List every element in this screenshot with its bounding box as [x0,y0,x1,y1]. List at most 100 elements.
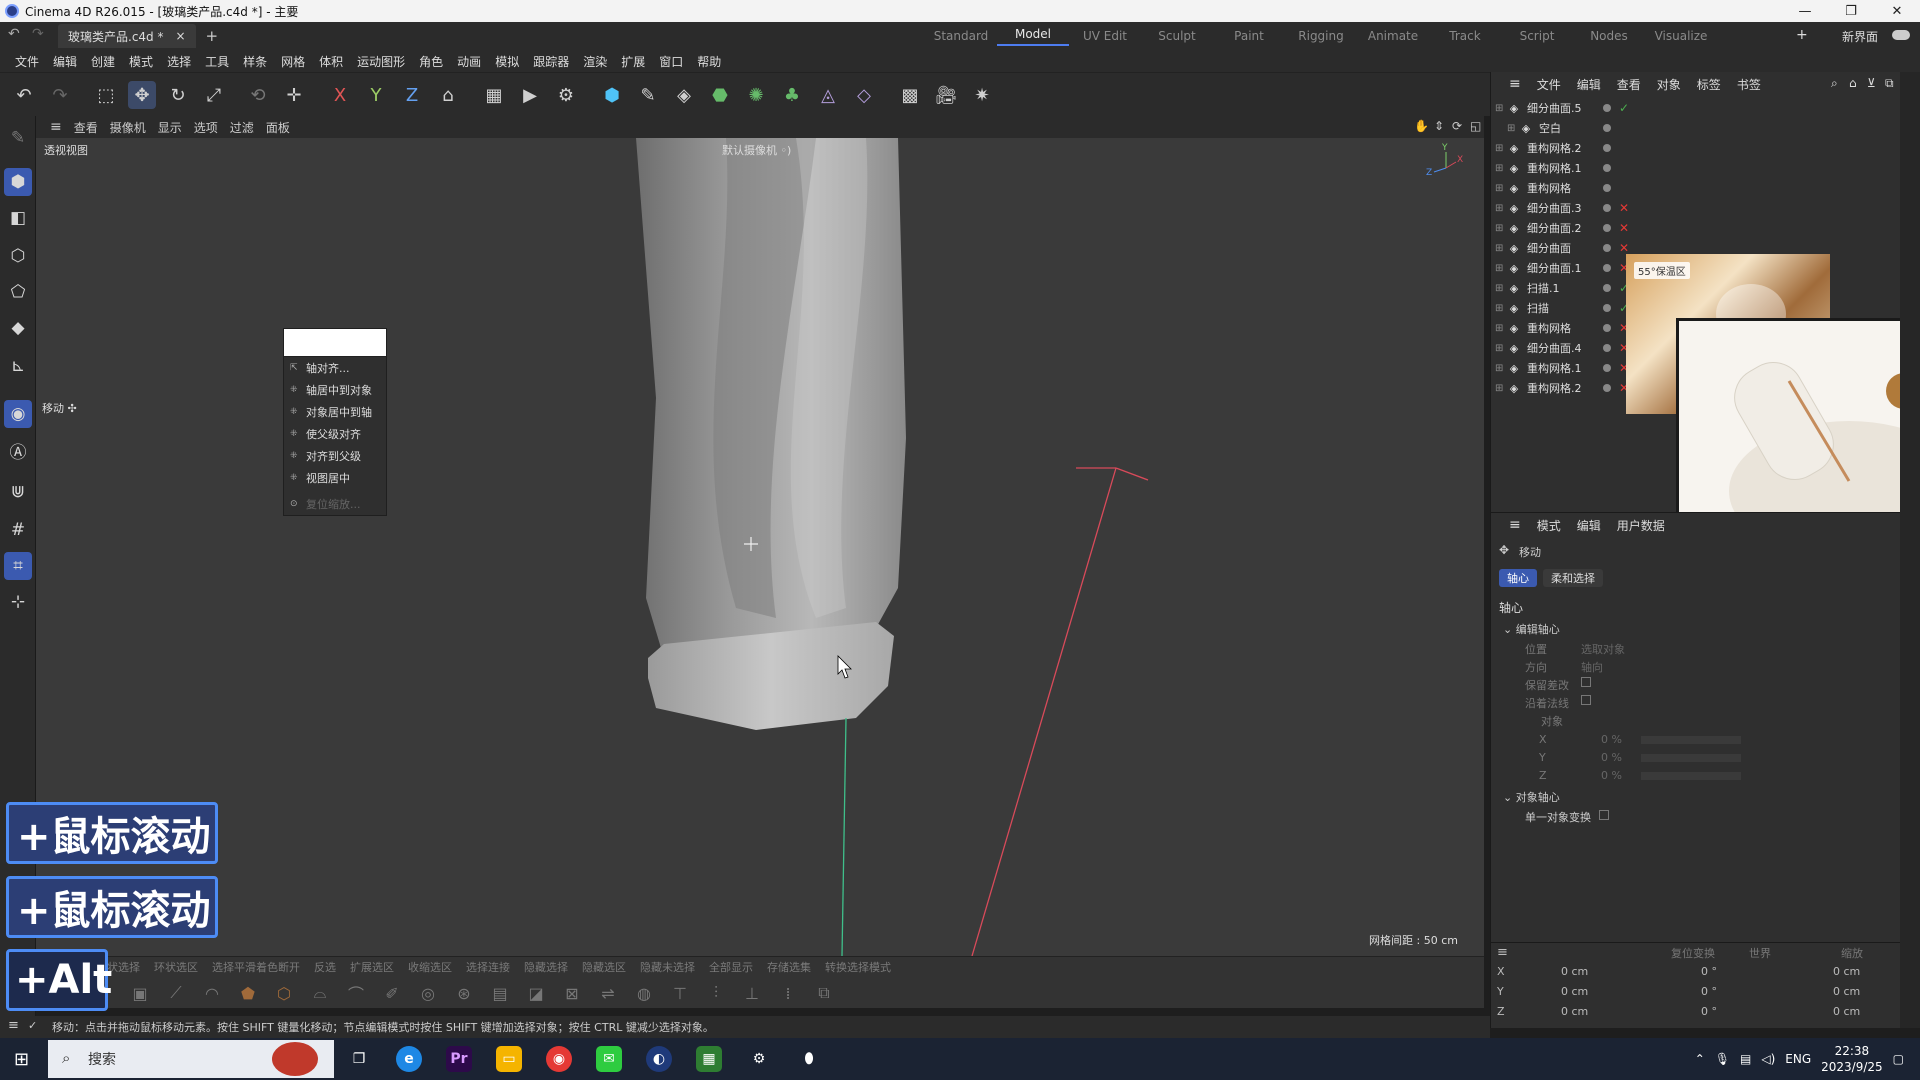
enabled-status-icon[interactable]: ✕ [1617,221,1631,235]
viewport-maximize-icon[interactable]: ◱ [1464,119,1487,133]
layout-paint[interactable]: Paint [1213,29,1285,43]
close-window-button[interactable]: ✕ [1874,4,1920,19]
move-tool-icon[interactable]: ✥ [128,81,156,109]
object-name[interactable]: 细分曲面.2 [1527,220,1597,236]
attr-z-slider[interactable] [1641,772,1741,780]
visibility-dot[interactable] [1603,124,1611,132]
coord-position-field[interactable]: 0 cm [1561,1005,1588,1018]
extrude-icon[interactable]: ⬟ [236,981,260,1005]
menu-file[interactable]: 文件 [8,53,46,70]
visibility-dot[interactable] [1603,184,1611,192]
object-name[interactable]: 重构网格 [1527,320,1597,336]
iron-icon[interactable]: ▤ [488,981,512,1005]
notification-icon[interactable]: ▢ [1893,1052,1904,1066]
cmd-set-selection[interactable]: 存储选集 [767,959,811,975]
coord-position-field[interactable]: 0 cm [1561,965,1588,978]
menu-tracker[interactable]: 跟踪器 [526,53,576,70]
expand-icon[interactable]: ⊞ [1495,163,1507,174]
effector-icon[interactable]: ◇ [850,81,878,109]
floor-icon[interactable]: ▩ [896,81,924,109]
viewport-menu-display[interactable]: 显示 [152,119,188,136]
visibility-dot[interactable] [1603,224,1611,232]
chrome-icon[interactable]: ◉ [546,1046,572,1072]
menu-simulate[interactable]: 模拟 [488,53,526,70]
cmd-unhide-all[interactable]: 全部显示 [709,959,753,975]
edges-mode-icon[interactable]: ⬠ [4,278,32,306]
redo-small-icon[interactable]: ↷ [32,26,44,42]
visibility-dot[interactable] [1603,284,1611,292]
layout-sculpt[interactable]: Sculpt [1141,29,1213,43]
split-icon[interactable]: ⊤ [668,981,692,1005]
z-axis-lock-icon[interactable]: Z [398,81,426,109]
menu-render[interactable]: 渲染 [576,53,614,70]
attr-menu-userdata[interactable]: 用户数据 [1609,517,1673,534]
scale-tool-icon[interactable]: ⤢ [200,81,228,109]
redo-icon[interactable]: ↷ [46,81,74,109]
obj-new-window-icon[interactable]: ⧉ [1877,76,1902,91]
viewport-menu-panel[interactable]: 面板 [260,119,296,136]
menu-item-align-to-parent-2[interactable]: ⁜ 对齐到父级 [284,445,386,467]
add-layout-button[interactable]: + [1796,27,1808,43]
menu-item-axis-align[interactable]: ⇱ 轴对齐... [284,357,386,379]
object-row[interactable]: ⊞ ◈ 细分曲面.5 ✓ [1491,98,1901,118]
tray-expand-icon[interactable]: ⌃ [1695,1052,1705,1066]
obj-menu-tags[interactable]: 标签 [1689,76,1729,93]
coord-rotation-field[interactable]: 0 ° [1701,965,1717,978]
viewport-menu-options[interactable]: 选项 [188,119,224,136]
layout-track[interactable]: Track [1429,29,1501,43]
obj-menu-view[interactable]: 查看 [1609,76,1649,93]
document-tab-close[interactable]: × [175,29,185,43]
render-settings-icon[interactable]: ⚙ [552,81,580,109]
attr-x-value[interactable]: 0 % [1601,733,1622,746]
planar-workplane-icon[interactable]: ⊹ [4,588,32,616]
polygon-pen-icon[interactable]: ◪ [524,981,548,1005]
pen-spline-icon[interactable]: ✎ [634,81,662,109]
obj-menu-object[interactable]: 对象 [1649,76,1689,93]
menu-create[interactable]: 创建 [84,53,122,70]
solo-mode-icon[interactable]: Ⓐ [4,436,32,464]
visibility-dot[interactable] [1603,324,1611,332]
viewport-menu-view[interactable]: 查看 [68,119,104,136]
object-name[interactable]: 重构网格.1 [1527,160,1597,176]
object-row[interactable]: ⊞ ◈ 空白 [1491,118,1901,138]
visibility-dot[interactable] [1603,264,1611,272]
menu-item-align-to-parent[interactable]: ⁜ 使父级对齐 [284,423,386,445]
minimize-button[interactable]: — [1782,4,1828,19]
layout-standard[interactable]: Standard [925,29,997,43]
object-name[interactable]: 重构网格.2 [1527,140,1597,156]
mirror-icon[interactable]: ⫶ [704,981,728,1005]
attr-direction-value[interactable]: 轴向 [1581,659,1603,675]
weld-icon[interactable]: ◎ [416,981,440,1005]
network-icon[interactable]: ▤ [1740,1052,1751,1066]
camera-label[interactable]: 默认摄像机 ◦) [722,142,791,158]
visibility-dot[interactable] [1603,344,1611,352]
new-ui-label[interactable]: 新界面 [1842,28,1878,45]
snap-icon[interactable]: ⋓ [4,478,32,506]
knife-icon[interactable]: ⟋ [164,981,188,1005]
slide-icon[interactable]: ⇌ [596,981,620,1005]
coord-size-field[interactable]: 0 cm [1833,985,1860,998]
live-selection-icon[interactable]: ⬚ [92,81,120,109]
object-name[interactable]: 空白 [1539,120,1609,136]
expand-icon[interactable]: ⊞ [1495,383,1507,394]
microphone-icon[interactable]: 🎙︎ [1715,1052,1730,1066]
settings-icon[interactable]: ⚙ [746,1046,772,1072]
axis-mode-icon[interactable]: ⊾ [4,352,32,380]
toggle-switch-icon[interactable] [1892,30,1910,40]
language-indicator[interactable]: ENG [1785,1052,1811,1066]
model-mode-icon[interactable]: ⬢ [4,168,32,196]
recent-tool-icon[interactable]: ⟲ [244,81,272,109]
paint-icon[interactable]: ✎ [4,124,32,152]
visibility-dot[interactable] [1603,304,1611,312]
render-view-icon[interactable]: ▦ [480,81,508,109]
generator-icon[interactable]: ⬣ [706,81,734,109]
layout-rigging[interactable]: Rigging [1285,29,1357,43]
object-name[interactable]: 细分曲面.4 [1527,340,1597,356]
menu-item-center-axis-to-object[interactable]: ⁜ 轴居中到对象 [284,379,386,401]
polygons-mode-icon[interactable]: ◆ [4,314,32,342]
attr-y-slider[interactable] [1641,754,1741,762]
clone-icon[interactable]: ⧉ [812,981,836,1005]
bridge-icon[interactable]: ⌓ [308,981,332,1005]
object-name[interactable]: 细分曲面 [1527,240,1597,256]
menu-spline[interactable]: 样条 [236,53,274,70]
